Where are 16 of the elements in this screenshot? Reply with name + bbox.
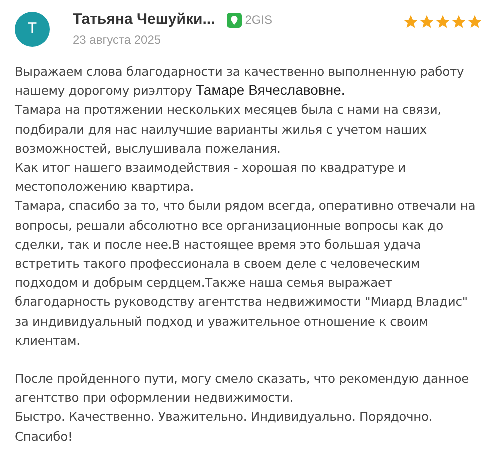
review-date: 23 августа 2025 [73, 32, 162, 49]
star-icon [435, 14, 451, 30]
star-icon [419, 14, 435, 30]
star-icon [451, 14, 467, 30]
review-paragraph: Тамара на протяжении нескольких месяцев была с нами на связи, подбирали для нас наилучшие варианты жилья с учетом наших возможностей, выслушивала пожелания. [15, 102, 442, 158]
review-paragraph: Выражаем слова благодарности за качественно выполненную работу нашему дорогому риэлтору Тамаре Вячеславовне. [15, 64, 466, 100]
review-paragraph: После пройденного пути, могу смело сказать, что рекомендую данное агентство при оформлении недвижимости. [15, 371, 470, 408]
source-label: 2GIS [245, 12, 273, 29]
author-name: Татьяна Чешуйки... [73, 11, 216, 29]
review-paragraph: Спасибо! [15, 428, 74, 446]
review-paragraph: Как итог нашего взаимодействия - хорошая по квадратуре и местоположению квартира. [15, 160, 407, 196]
star-icon [403, 14, 419, 30]
review-paragraph: Быстро. Качественно. Уважительно. Индивидуально. Порядочно. [15, 409, 434, 426]
star-icon [467, 14, 483, 30]
avatar: Т [15, 12, 50, 47]
review-paragraph: Тамара, спасибо за то, что были рядом всегда, оперативно отвечали на вопросы, решали абсолютно все организационные вопросы как до сделки, так и после нее.В настоящее время это большая удача встретить такого профессионала в своем деле с человеческим подходом и добрым сердцем.Также наша семья выражает благодарность руководству агентства недвижимости "Миард Владис" за индивидуальный подход и уважительное отношение к своим клиентам. [15, 198, 477, 350]
